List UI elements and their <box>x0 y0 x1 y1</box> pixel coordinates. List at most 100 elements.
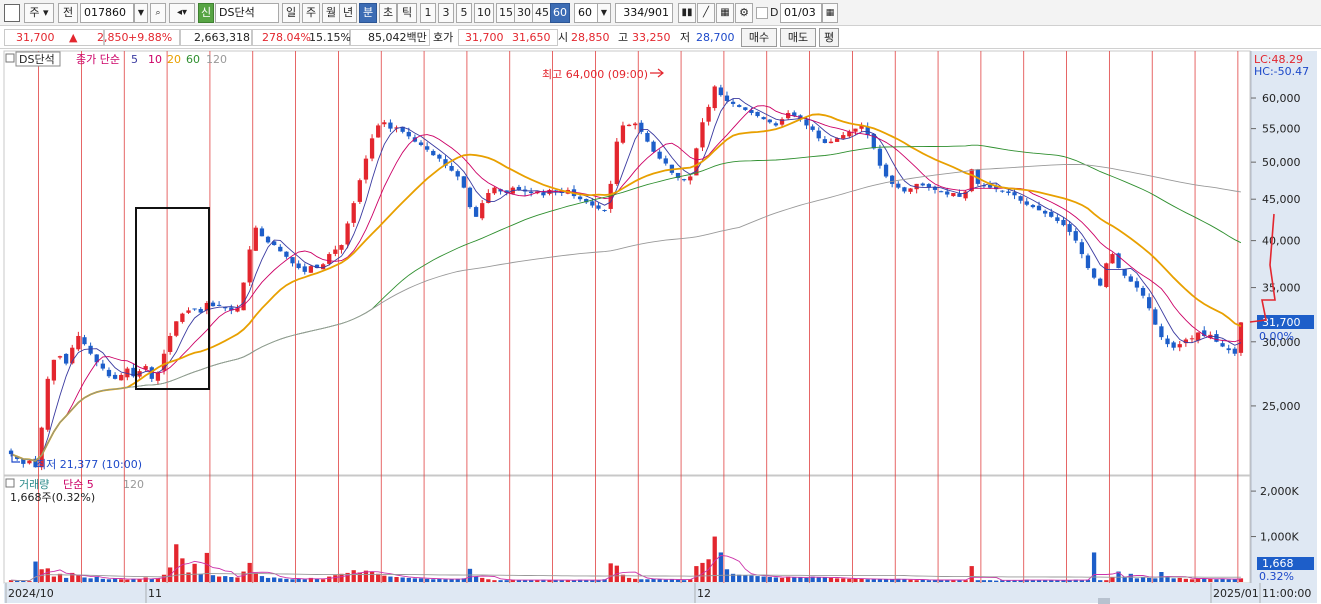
candle-body <box>473 207 479 217</box>
period-year[interactable]: 년 <box>339 3 357 23</box>
candle-body <box>1165 338 1170 345</box>
sell-button[interactable]: 매도 <box>780 28 816 47</box>
stock-chart[interactable]: 25,00030,00035,00040,00045,00050,00055,0… <box>0 50 1321 604</box>
candle-body <box>339 245 344 250</box>
candle-body <box>290 257 295 264</box>
volume-bar <box>449 579 454 582</box>
volume-bar <box>1153 578 1158 582</box>
market-select[interactable]: 주 ▾ <box>24 3 54 23</box>
candle-type-icon[interactable]: ▮▮ <box>678 3 696 23</box>
volume-bar <box>431 579 436 582</box>
scroll-handle[interactable] <box>1098 598 1110 604</box>
volume-bar <box>883 579 889 582</box>
interval-45[interactable]: 45 <box>532 3 552 23</box>
candle-body <box>1147 297 1152 309</box>
volume-readout: 1,668주(0.32%) <box>10 491 95 504</box>
volume-bar <box>284 578 289 582</box>
legend-toggle-icon[interactable] <box>5 53 15 63</box>
interval-1[interactable]: 1 <box>420 3 436 23</box>
candle-body <box>106 369 112 377</box>
candle-body <box>767 119 772 123</box>
change-percent: +9.88% <box>128 31 173 44</box>
candle-body <box>920 183 925 186</box>
stock-code-input[interactable]: 017860 <box>80 3 134 23</box>
trade-value: 85,042백만 <box>368 31 427 44</box>
candle-body <box>1238 322 1244 353</box>
candle-body <box>706 106 711 122</box>
volume-bar <box>192 563 197 582</box>
grid-icon[interactable]: ▦ <box>716 3 734 23</box>
candle-body <box>284 251 289 257</box>
candle-body <box>437 154 442 159</box>
volume-bar <box>608 563 613 582</box>
evaluate-button[interactable]: 평 <box>819 28 839 47</box>
interval-dropdown-icon[interactable]: ▼ <box>597 3 611 23</box>
candle-body <box>57 356 63 358</box>
candle-body <box>822 139 828 143</box>
volume-bar <box>406 577 411 582</box>
stock-name-field[interactable]: DS단석 <box>215 3 279 23</box>
candle-body <box>663 158 668 164</box>
candle-body <box>651 141 656 152</box>
period-tick[interactable]: 틱 <box>397 3 417 23</box>
ask-price: 31,700 <box>465 31 504 44</box>
hc-label: HC:-50.47 <box>1254 65 1309 78</box>
candle-body <box>1104 263 1109 287</box>
speaker-icon[interactable]: ◂▾ <box>169 3 195 23</box>
volume-bar <box>1134 578 1140 582</box>
main-toolbar: 주 ▾ 전 017860 ▼ ⌕ ◂▾ 신 DS단석 일 주 월 년 분 초 틱… <box>0 0 1321 26</box>
interval-30[interactable]: 30 <box>514 3 534 23</box>
d-checkbox[interactable] <box>756 7 768 19</box>
interval-10[interactable]: 10 <box>474 3 494 23</box>
window-icon[interactable] <box>4 4 20 22</box>
candle-body <box>174 321 179 336</box>
volume-bar <box>1214 579 1219 582</box>
volume-bar <box>486 579 491 582</box>
period-day[interactable]: 일 <box>282 3 300 23</box>
calendar-icon[interactable]: ▦ <box>822 3 838 23</box>
candle-body <box>327 254 332 264</box>
volume-bar <box>938 580 944 582</box>
candle-body <box>1214 334 1219 342</box>
interval-15[interactable]: 15 <box>496 3 516 23</box>
prev-button[interactable]: 전 <box>58 3 78 23</box>
volume-bar <box>33 561 38 582</box>
low-price: 28,700 <box>696 31 735 44</box>
period-second[interactable]: 초 <box>379 3 397 23</box>
buy-button[interactable]: 매수 <box>741 28 777 47</box>
candle-body <box>1085 255 1091 269</box>
candle-body <box>1110 254 1115 264</box>
candle-body <box>700 122 705 148</box>
candle-body <box>896 183 901 188</box>
candle-body <box>755 111 760 117</box>
candle-body <box>761 117 766 120</box>
candle-body <box>1140 287 1146 296</box>
period-minute[interactable]: 분 <box>359 3 377 23</box>
interval-60[interactable]: 60 <box>550 3 570 23</box>
line-tool-icon[interactable]: ╱ <box>697 3 715 23</box>
interval-3[interactable]: 3 <box>438 3 454 23</box>
interval-select[interactable]: 60 <box>574 3 598 23</box>
volume-bar <box>816 577 821 582</box>
gear-icon[interactable]: ⚙ <box>735 3 753 23</box>
candle-body <box>633 123 638 126</box>
date-input[interactable]: 01/03 <box>780 3 822 23</box>
volume-bar <box>828 577 834 582</box>
candle-body <box>1012 192 1017 196</box>
volume-bar <box>492 580 497 582</box>
period-week[interactable]: 주 <box>302 3 320 23</box>
period-month[interactable]: 월 <box>322 3 340 23</box>
candle-body <box>119 374 124 381</box>
legend-ma-10: 10 <box>148 53 162 66</box>
volume-legend-toggle-icon[interactable] <box>5 478 15 488</box>
range-field[interactable]: 334/901 <box>615 3 673 23</box>
volume-bar <box>241 571 246 582</box>
volume-bar <box>314 578 320 582</box>
volume-bar <box>1183 578 1189 582</box>
time-tick-label: 2024/10 <box>8 587 54 600</box>
candle-body <box>529 191 534 193</box>
code-dropdown-icon[interactable]: ▼ <box>134 3 148 23</box>
interval-5[interactable]: 5 <box>456 3 472 23</box>
search-icon[interactable]: ⌕ <box>150 3 166 23</box>
candle-body <box>908 188 913 192</box>
